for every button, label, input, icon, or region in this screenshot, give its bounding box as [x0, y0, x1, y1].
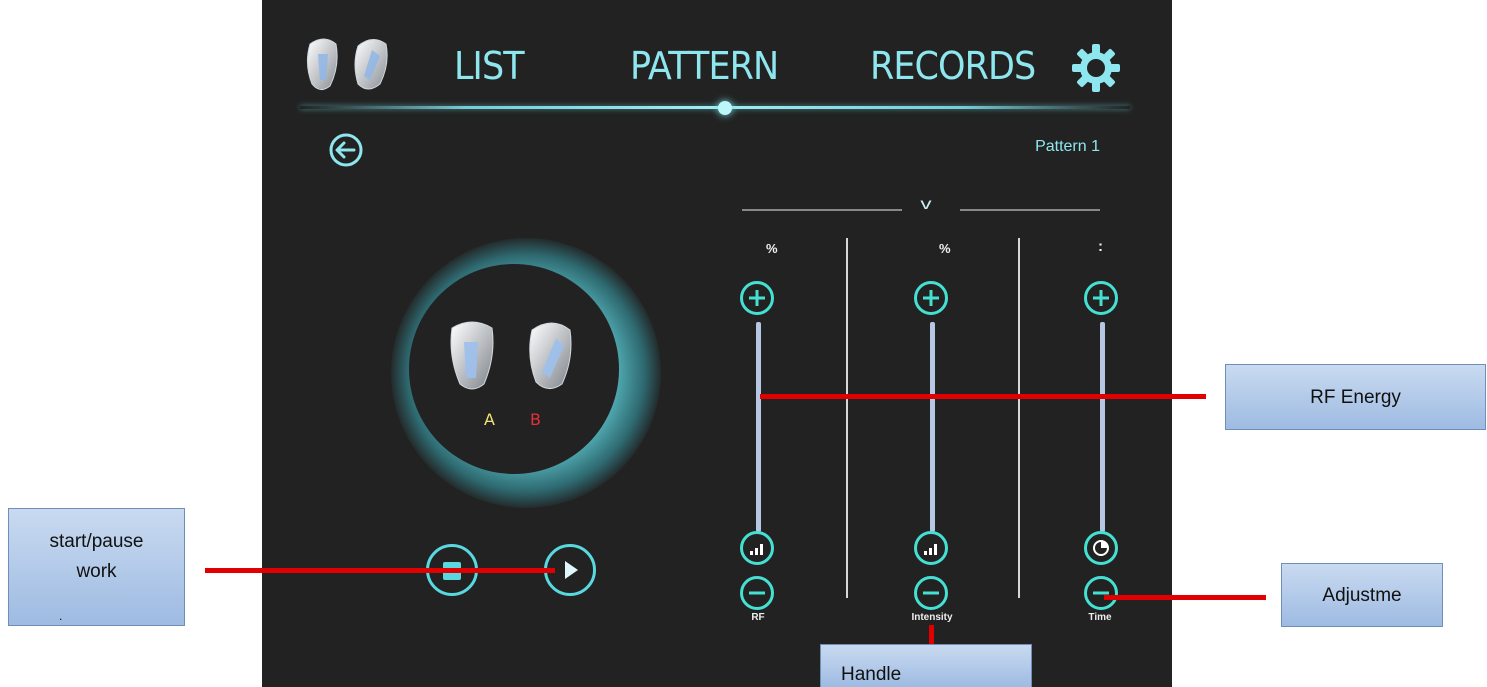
handpiece-display [409, 264, 619, 474]
signal-bars-icon [750, 544, 763, 555]
time-clock-button[interactable] [1084, 531, 1118, 565]
handpiece-b-label: B [530, 410, 541, 429]
minus-icon [923, 591, 939, 595]
adjustment-label: Adjustme [1322, 585, 1402, 606]
signal-bars-icon [924, 544, 937, 555]
device-screen: LIST PATTERN RECORDS Pattern 1 A B v % R… [262, 0, 1172, 687]
handpiece-b-icon[interactable] [524, 320, 576, 392]
start-pause-label: start/pause work [49, 531, 144, 582]
rf-slider[interactable] [756, 322, 761, 532]
gear-icon[interactable] [1070, 42, 1122, 94]
handle-label: Handle [841, 664, 902, 685]
plus-icon [1093, 290, 1109, 306]
nav-active-dot [718, 101, 732, 115]
handle-callout: Handle [820, 644, 1032, 687]
tab-pattern[interactable]: PATTERN [630, 44, 779, 88]
rf-energy-pointer [760, 394, 1206, 399]
time-unit: : [1098, 238, 1103, 255]
intensity-minus-button[interactable] [914, 576, 948, 610]
time-minus-button[interactable] [1084, 576, 1118, 610]
handpiece-a-label: A [484, 410, 495, 429]
rf-minus-button[interactable] [740, 576, 774, 610]
panel-divider-right [960, 209, 1100, 211]
timer-icon [1093, 540, 1109, 556]
nav-indicator-line [300, 106, 1130, 109]
back-arrow-icon[interactable] [328, 132, 364, 168]
panel-divider-left [742, 209, 902, 211]
intensity-level-button[interactable] [914, 531, 948, 565]
pattern-title: Pattern 1 [1035, 138, 1100, 155]
start-pause-pointer [205, 568, 555, 573]
intensity-caption: Intensity [911, 612, 953, 623]
handpiece-icon[interactable] [302, 36, 396, 94]
rf-plus-button[interactable] [740, 281, 774, 315]
rf-energy-label: RF Energy [1310, 387, 1401, 408]
intensity-plus-button[interactable] [914, 281, 948, 315]
minus-icon [1093, 591, 1109, 595]
rf-energy-callout: RF Energy [1225, 364, 1486, 430]
tab-records[interactable]: RECORDS [870, 44, 1036, 88]
chevron-down-icon[interactable]: v [920, 196, 931, 214]
time-caption: Time [1088, 612, 1112, 623]
start-pause-dot: . [59, 609, 63, 623]
rf-level-button[interactable] [740, 531, 774, 565]
time-plus-button[interactable] [1084, 281, 1118, 315]
start-pause-callout: start/pause work . [8, 508, 185, 626]
rf-caption: RF [751, 612, 765, 623]
intensity-slider[interactable] [930, 322, 935, 532]
minus-icon [749, 591, 765, 595]
column-separator [1018, 238, 1020, 598]
tab-list[interactable]: LIST [454, 44, 525, 88]
handpiece-a-icon[interactable] [446, 320, 498, 392]
column-separator [846, 238, 848, 598]
adjustment-callout: Adjustme [1281, 563, 1443, 627]
adjustment-pointer [1104, 595, 1266, 600]
plus-icon [749, 290, 765, 306]
plus-icon [923, 290, 939, 306]
intensity-unit: % [939, 241, 951, 256]
rf-unit: % [766, 241, 778, 256]
time-slider[interactable] [1100, 322, 1105, 532]
